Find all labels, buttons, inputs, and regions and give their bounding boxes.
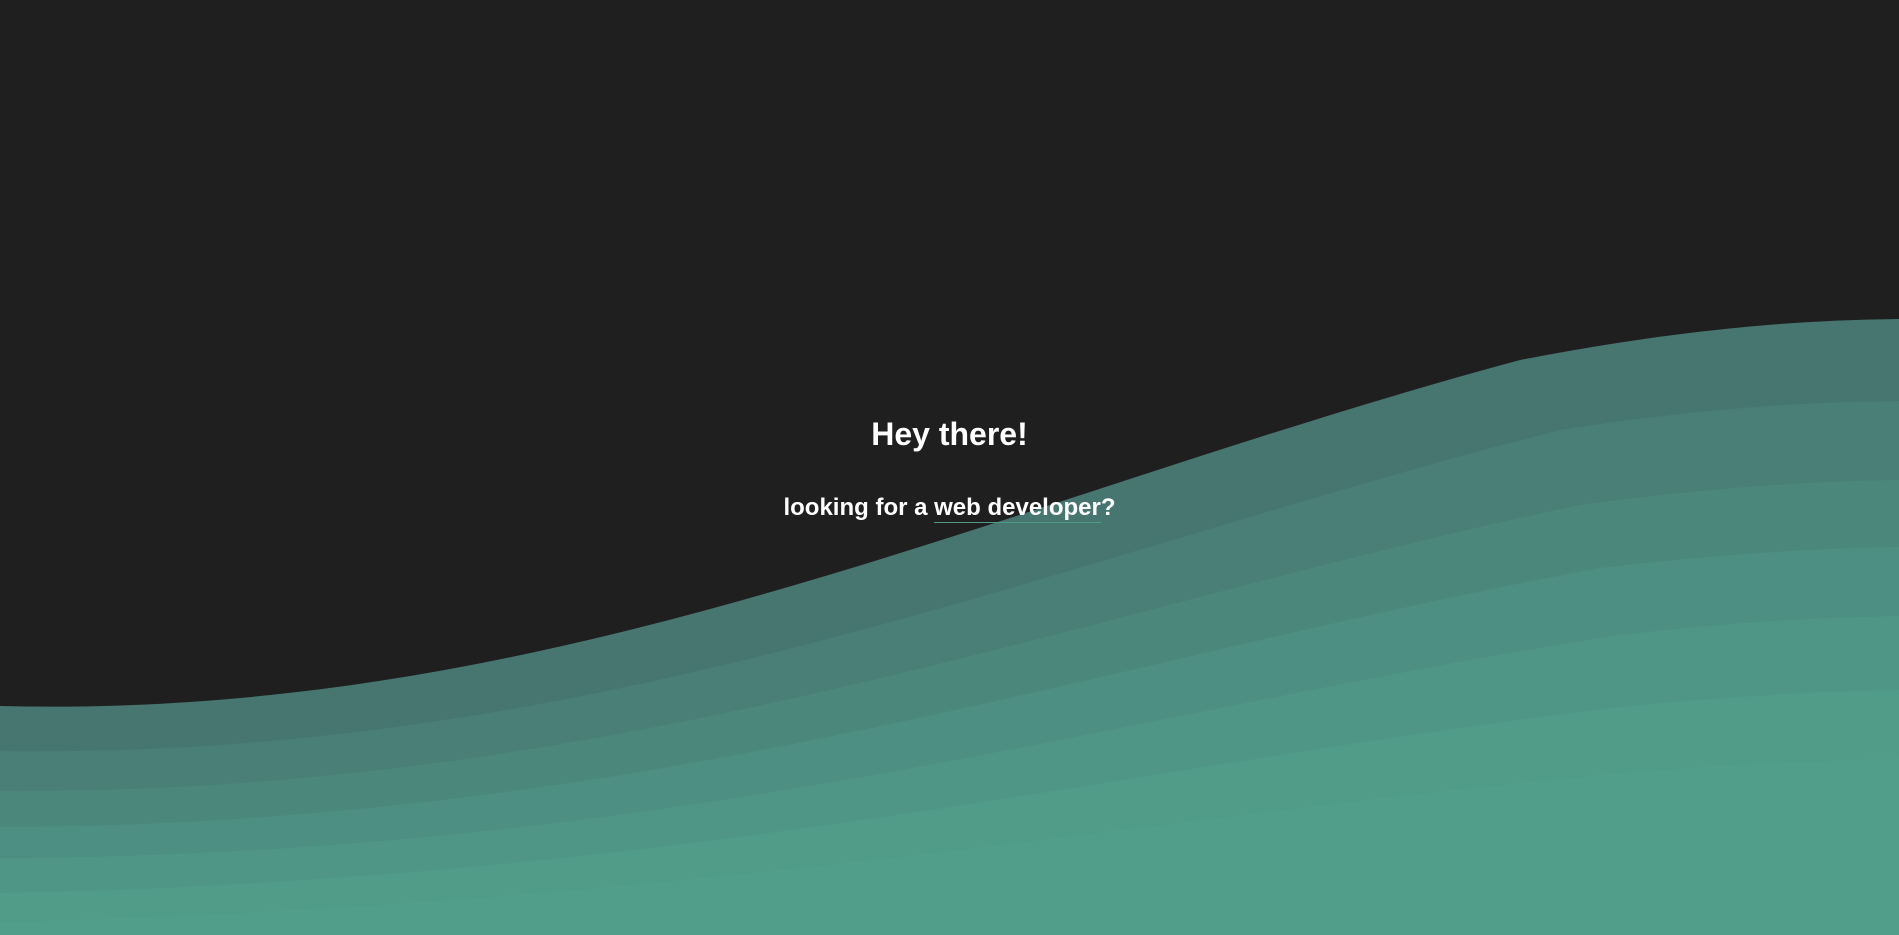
wave-background: [0, 319, 1899, 935]
hero-title: Hey there!: [871, 416, 1028, 452]
hero-subtitle: looking for a web developer?: [0, 493, 1899, 523]
web-developer-link[interactable]: web developer: [934, 494, 1101, 523]
hero-subtitle-suffix: ?: [1100, 494, 1116, 521]
landing-page: Hey there! looking for a web developer?: [0, 0, 1899, 935]
hero-subtitle-prefix: looking for a: [783, 494, 935, 521]
